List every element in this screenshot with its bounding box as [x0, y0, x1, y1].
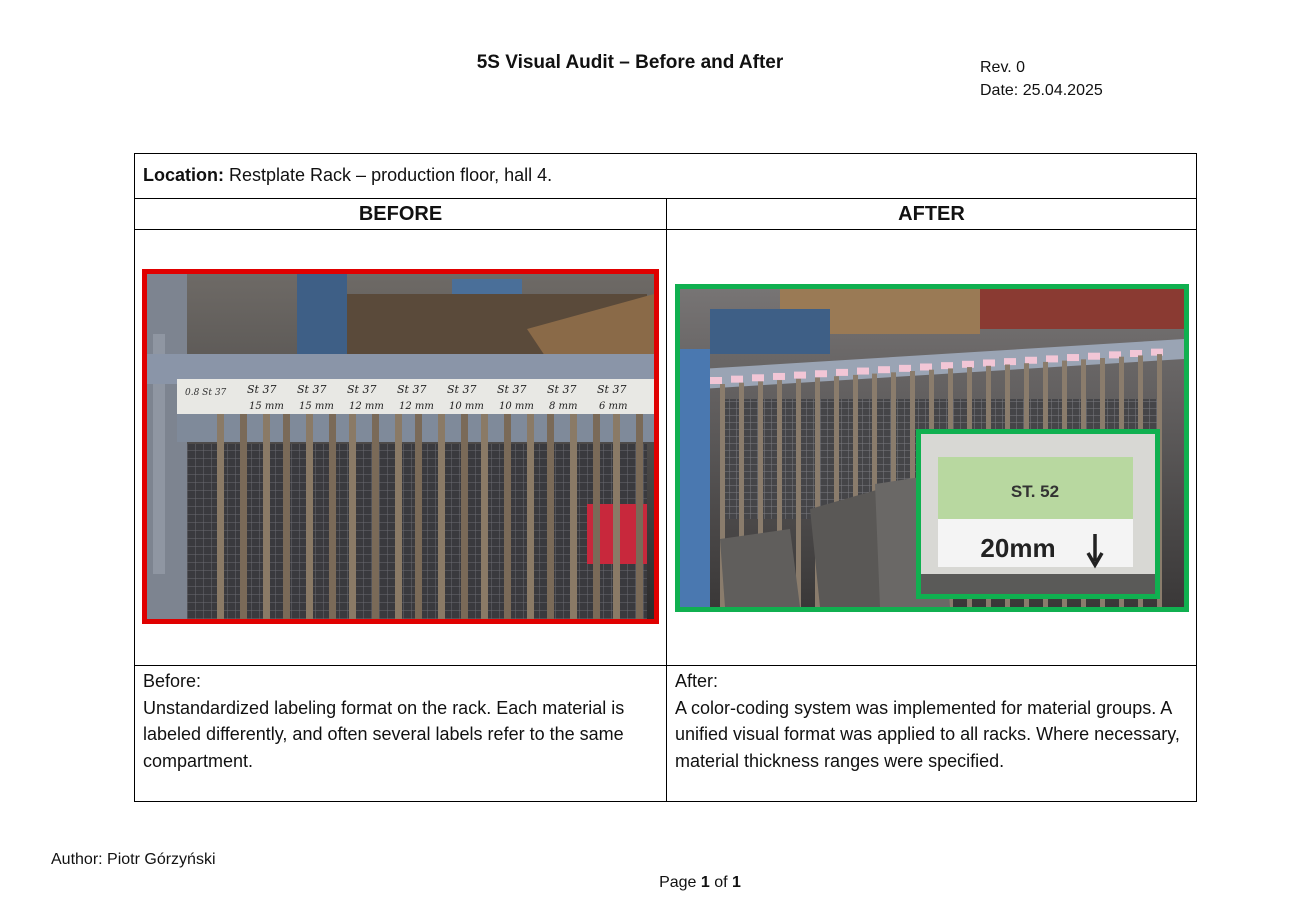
after-description-text: A color-coding system was implemented fo… [675, 697, 1180, 771]
author: Author: Piotr Górzyński [51, 851, 216, 868]
color-label [941, 362, 953, 370]
after-description: After: A color-coding system was impleme… [667, 668, 1196, 774]
before-label-thickness: 10 mm [499, 401, 534, 412]
before-label-thickness: 10 mm [449, 401, 484, 412]
revision-block: Rev. 0 Date: 25.04.2025 [980, 56, 1103, 102]
color-label [752, 374, 764, 382]
page-number: Page 1 of 1 [659, 874, 741, 891]
rack-rod [570, 414, 577, 619]
before-header: BEFORE [135, 199, 666, 230]
row-divider [135, 665, 1196, 666]
before-label-material: St 37 [497, 383, 526, 396]
before-label-first: 0.8 St 37 [185, 388, 227, 398]
before-label-thickness: 8 mm [549, 401, 578, 412]
rack-rod [263, 414, 270, 619]
color-label [731, 375, 743, 383]
before-label-material: St 37 [247, 383, 276, 396]
after-rack-image: ST. 52 20mm [680, 289, 1184, 607]
after-header: AFTER [667, 199, 1196, 230]
location-value: Restplate Rack – production floor, hall … [224, 165, 553, 185]
before-label-material: St 37 [597, 383, 626, 396]
rack-rod [593, 414, 600, 619]
rack-rod [395, 414, 402, 619]
color-label [899, 364, 911, 372]
rack-rod [504, 414, 511, 619]
color-label [857, 367, 869, 375]
before-label-material: St 37 [397, 383, 426, 396]
color-label [920, 363, 932, 371]
before-label-thickness: 15 mm [249, 401, 284, 412]
before-photo: 0.8 St 37 St 37 15 mm St 37 15 mm St 37 12 mm S… [142, 269, 659, 624]
inset-thickness-text: 20mm [980, 533, 1055, 563]
revision-number: Rev. 0 [980, 59, 1026, 76]
color-label [1025, 356, 1037, 364]
color-label [794, 371, 806, 379]
before-label-thickness: 15 mm [299, 401, 334, 412]
before-label-material: St 37 [547, 383, 576, 396]
color-label [710, 377, 722, 384]
color-label [1067, 354, 1079, 362]
before-label-thickness: 12 mm [399, 401, 434, 412]
rack-rod [481, 414, 488, 619]
location-row: Location: Restplate Rack – production fl… [135, 154, 1196, 199]
color-label [773, 372, 785, 380]
after-description-title: After: [675, 671, 719, 691]
rack-rod [461, 414, 468, 619]
document-title: 5S Visual Audit – Before and After [476, 52, 784, 73]
revision-date: Date: 25.04.2025 [980, 82, 1103, 99]
rack-rod [527, 414, 534, 619]
before-description: Before: Unstandardized labeling format o… [135, 668, 666, 774]
location-label: Location: [143, 165, 224, 185]
before-description-title: Before: [143, 671, 202, 691]
color-label [1046, 355, 1058, 363]
before-rack-image: 0.8 St 37 St 37 15 mm St 37 15 mm St 37 12 mm S… [147, 274, 654, 619]
color-label [962, 360, 974, 368]
rack-rod [796, 378, 801, 607]
rack-rod [329, 414, 336, 619]
rack-rod [372, 414, 379, 619]
rack-rod [240, 414, 247, 619]
color-label [1088, 352, 1100, 360]
after-photo: ST. 52 20mm [675, 284, 1189, 612]
color-label [815, 370, 827, 378]
color-label [878, 366, 890, 374]
rack-rod [438, 414, 445, 619]
rack-rod [306, 414, 313, 619]
rack-rod [217, 414, 224, 619]
rack-rod [349, 414, 356, 619]
before-label-material: St 37 [347, 383, 376, 396]
rack-rod [613, 414, 620, 619]
rack-rod [547, 414, 554, 619]
before-label-material: St 37 [447, 383, 476, 396]
before-description-text: Unstandardized labeling format on the ra… [143, 697, 625, 771]
before-label-material: St 37 [297, 383, 326, 396]
before-label-thickness: 12 mm [349, 401, 384, 412]
before-label-thickness: 6 mm [599, 401, 628, 412]
rack-rod [283, 414, 290, 619]
rack-rod [415, 414, 422, 619]
color-label [983, 359, 995, 367]
color-label [836, 368, 848, 376]
rack-rod [636, 414, 643, 619]
inset-material-text: ST. 52 [1011, 482, 1059, 501]
color-label [1004, 358, 1016, 366]
